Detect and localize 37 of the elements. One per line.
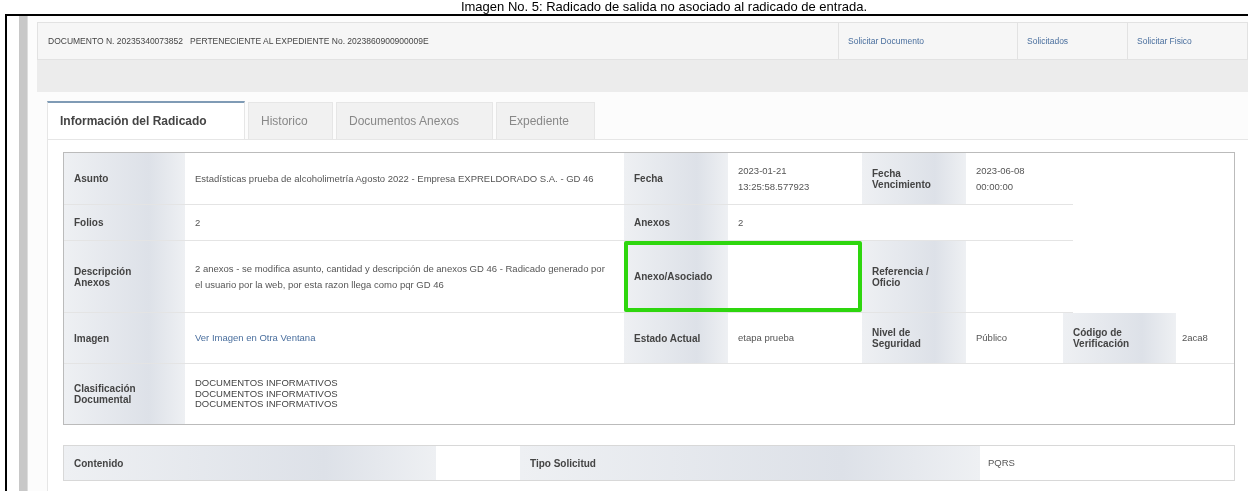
document-info: DOCUMENTO N. 20235340073852 PERTENECIENTE AL EXPEDIENTE No. 2023860900900009E [47,36,430,46]
field-value: 2023-01-21 13:25:58.577923 [738,164,811,194]
field-value: Estadísticas prueba de alcoholimetría Agosto 2022 - Empresa EXPRELDORADO S.A. - GD 46 [195,171,594,186]
field-value: 2023-06-08 00:00:00 [976,164,1026,194]
view-image-link[interactable]: Ver Imagen en Otra Ventana [195,330,316,346]
header-link[interactable]: Solicitar Documento [838,23,1017,59]
field-label: Asunto [64,153,185,204]
field-value: 2aca8 [1182,331,1208,346]
field-label: Fecha [624,153,728,204]
tab[interactable]: Documentos Anexos [336,102,493,139]
field-value: etapa prueba [738,331,794,346]
field-value: 2 [195,215,201,230]
field-label: Anexos [624,205,728,240]
tab[interactable]: Información del Radicado [47,101,245,139]
field-label: Imagen [64,313,185,363]
field-label: Estado Actual [624,313,728,363]
field-label: Descripción Anexos [64,241,185,312]
field-label: Folios [64,205,185,240]
field-label: Contenido [64,446,436,480]
tab[interactable]: Expediente [496,102,595,139]
field-label: Código de Verificación [1063,313,1176,363]
field-label: Referencia / Oficio [862,241,966,312]
field-value: DOCUMENTOS INFORMATIVOS [195,388,338,400]
field-value: DOCUMENTOS INFORMATIVOS [195,399,338,411]
tab[interactable]: Historico [248,102,333,139]
field-value: PQRS [988,456,1015,471]
field-label: Tipo Solicitud [520,446,980,480]
field-value: 2 [738,215,744,230]
field-label: Clasificación Documental [64,364,185,424]
header-link[interactable]: Solicitados [1017,23,1127,59]
header-link[interactable]: Solicitar Fisico [1127,23,1247,59]
figure-caption: Imagen No. 5: Radicado de salida no asociado al radicado de entrada. [459,0,869,14]
field-value: 2 anexos - se modifica asunto, cantidad y descripción de anexos GD 46 - Radicado generado por el usuario por la web, por esta razon llega como pqr GD 46 [195,262,606,292]
field-label: Nivel de Seguridad [862,313,966,363]
field-value: Público [976,331,1008,346]
field-value: DOCUMENTOS INFORMATIVOS [195,377,338,389]
field-label: Fecha Vencimiento [862,153,966,204]
